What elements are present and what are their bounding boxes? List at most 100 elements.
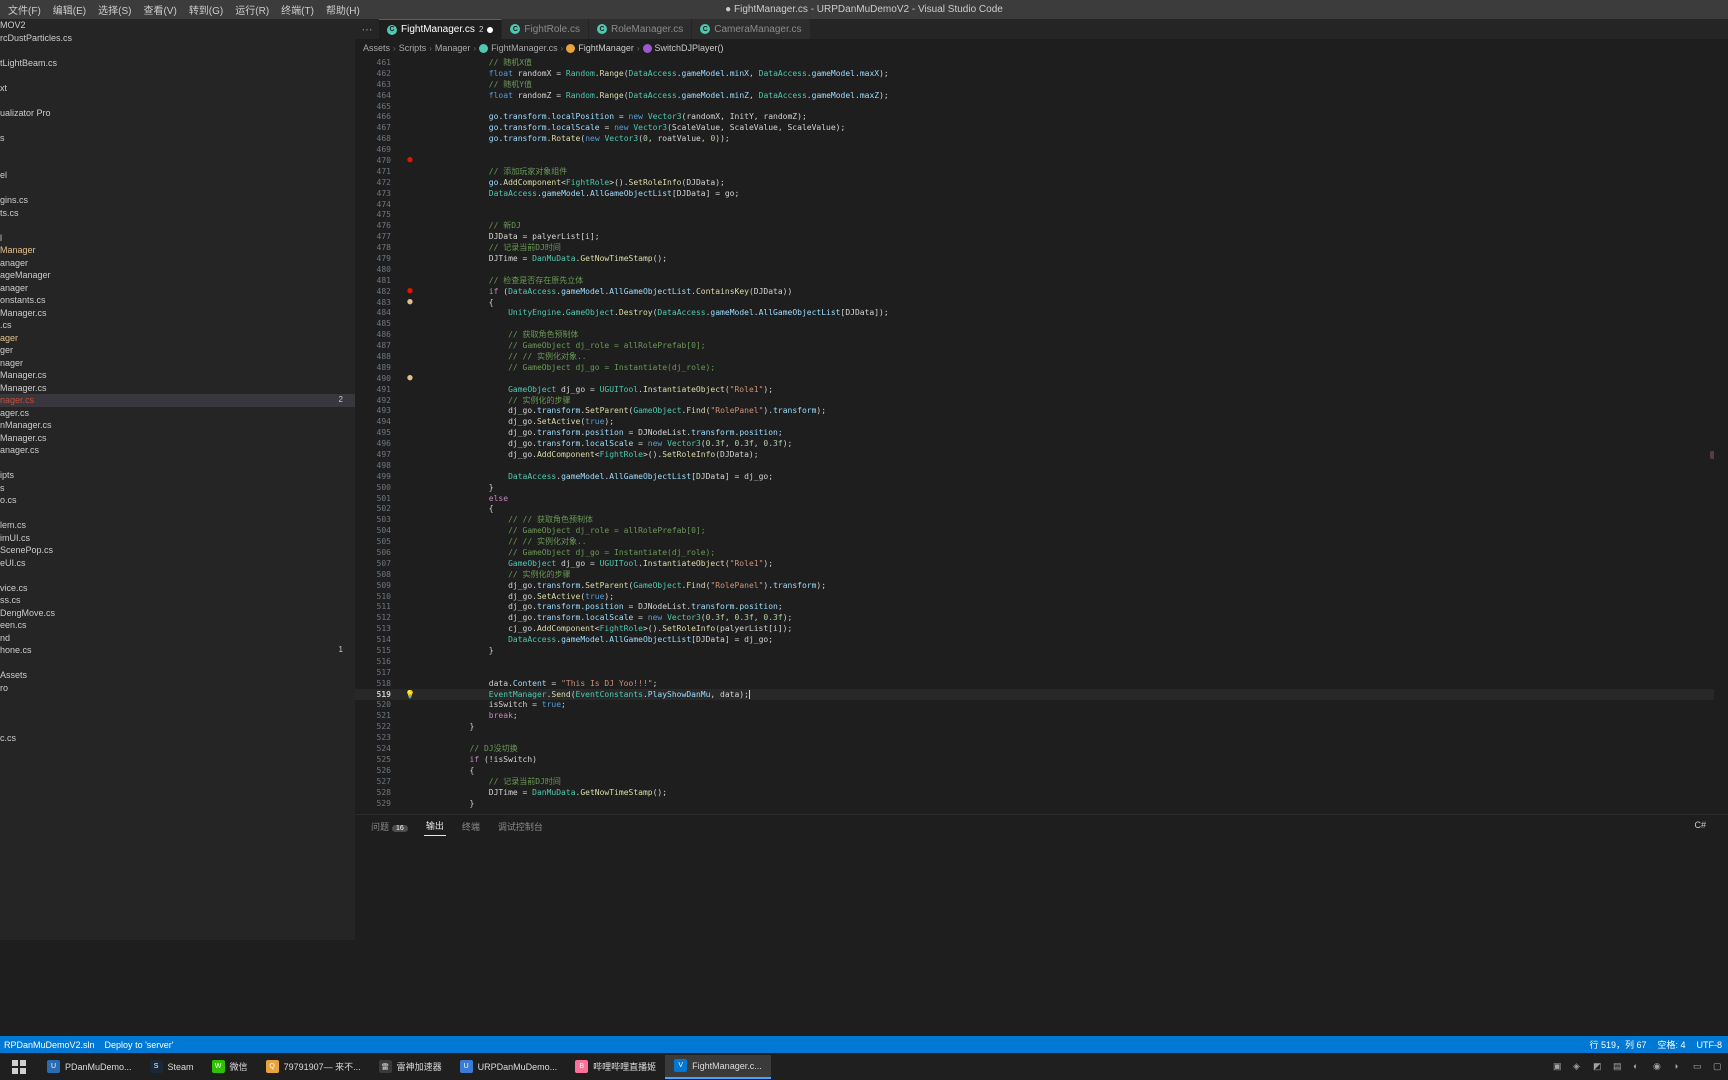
explorer-item[interactable]: gins.cs <box>0 194 355 207</box>
explorer-item[interactable]: ageManager <box>0 269 355 282</box>
code-line[interactable]: 498 <box>355 460 1728 471</box>
windows-taskbar[interactable]: U PDanMuDemo... S Steam W 微信 Q 79791907— 来不... 雷… <box>0 1053 1728 1080</box>
explorer-item[interactable]: hone.cs 1 <box>0 644 355 657</box>
code-line[interactable]: 463 // 随机Y值 <box>355 79 1728 90</box>
explorer-item[interactable]: een.cs <box>0 619 355 632</box>
code-line[interactable]: 469 <box>355 144 1728 155</box>
code-line[interactable]: 471 // 添加玩家对象组件 <box>355 166 1728 177</box>
status-cursor-position[interactable]: 行 519，列 67 <box>1589 1038 1646 1051</box>
explorer-item[interactable]: imUI.cs <box>0 532 355 545</box>
code-line[interactable]: 485 <box>355 318 1728 329</box>
explorer-item[interactable]: ualizator Pro <box>0 107 355 120</box>
explorer-item[interactable]: MOV2 <box>0 19 355 32</box>
network-icon[interactable]: ◉ <box>1653 1061 1664 1072</box>
code-line[interactable]: 507 GameObject dj_go = UGUITool.Instanti… <box>355 558 1728 569</box>
taskbar-app[interactable]: Q 79791907— 来不... <box>257 1055 370 1079</box>
code-line[interactable]: 462 float randomX = Random.Range(DataAcc… <box>355 68 1728 79</box>
tray-icon-1[interactable]: ▣ <box>1553 1061 1564 1072</box>
explorer-item[interactable]: Manager.cs <box>0 307 355 320</box>
panel-tab-bar[interactable]: 问题 16 输出 终端 调试控制台 C# <box>355 815 1728 837</box>
code-line[interactable]: 464 float randomZ = Random.Range(DataAcc… <box>355 90 1728 101</box>
code-line[interactable]: 481 // 检查是否存在原先立体 <box>355 275 1728 286</box>
explorer-item[interactable]: .cs <box>0 319 355 332</box>
explorer-item[interactable]: Manager.cs <box>0 432 355 445</box>
explorer-item[interactable] <box>0 457 355 470</box>
code-line[interactable]: 486 // 获取角色预制体 <box>355 329 1728 340</box>
explorer-item[interactable] <box>0 507 355 520</box>
editor-tab-fightmanager[interactable]: C FightManager.cs 2 <box>379 19 503 39</box>
code-line[interactable]: 500 } <box>355 482 1728 493</box>
explorer-item[interactable]: tLightBeam.cs <box>0 57 355 70</box>
code-line[interactable]: 461 // 随机X值 <box>355 57 1728 68</box>
menu-bar[interactable]: 文件(F) 编辑(E) 选择(S) 查看(V) 转到(G) 运行(R) 终端(T… <box>0 0 366 19</box>
explorer-item[interactable] <box>0 69 355 82</box>
code-line[interactable]: 501 else <box>355 493 1728 504</box>
code-line[interactable]: 512 dj_go.transform.localScale = new Vec… <box>355 612 1728 623</box>
code-editor[interactable]: 461 // 随机X值 462 float randomX = Random.Ra… <box>355 57 1728 814</box>
explorer-item[interactable] <box>0 94 355 107</box>
code-line[interactable]: 515 } <box>355 645 1728 656</box>
status-indentation[interactable]: 空格: 4 <box>1657 1038 1685 1051</box>
explorer-item[interactable]: o.cs <box>0 494 355 507</box>
code-line[interactable]: 522 } <box>355 721 1728 732</box>
code-line[interactable]: 526 { <box>355 765 1728 776</box>
overview-ruler-scrollbar[interactable] <box>1714 57 1728 814</box>
editor-tab-fightrole[interactable]: C FightRole.cs <box>502 19 589 39</box>
menu-item-terminal[interactable]: 终端(T) <box>275 0 320 19</box>
code-line[interactable]: 493 dj_go.transform.SetParent(GameObject… <box>355 406 1728 417</box>
code-line[interactable]: 508 // 实例化的步骤 <box>355 569 1728 580</box>
taskbar-app[interactable]: U URPDanMuDemo... <box>451 1055 567 1079</box>
code-line[interactable]: 488 // // 实例化对象.. <box>355 351 1728 362</box>
breakpoint-icon[interactable]: ● <box>401 286 419 296</box>
editor-tab-rolemanager[interactable]: C RoleManager.cs <box>588 19 693 39</box>
code-line[interactable]: 503 // // 获取角色预制体 <box>355 514 1728 525</box>
code-line[interactable]: 480 <box>355 264 1728 275</box>
code-line[interactable]: 509 dj_go.transform.SetParent(GameObject… <box>355 580 1728 591</box>
explorer-item[interactable] <box>0 119 355 132</box>
code-line[interactable]: 504 // GameObject dj_role = allRolePrefa… <box>355 525 1728 536</box>
code-line[interactable]: 520 isSwitch = true; <box>355 700 1728 711</box>
explorer-item[interactable]: eUI.cs <box>0 557 355 570</box>
explorer-item[interactable] <box>0 569 355 582</box>
code-line[interactable]: 510 dj_go.SetActive(true); <box>355 591 1728 602</box>
explorer-item[interactable]: ipts <box>0 469 355 482</box>
battery-icon[interactable]: ▭ <box>1693 1061 1704 1072</box>
code-line[interactable]: 511 dj_go.transform.position = DJNodeLis… <box>355 602 1728 613</box>
breadcrumb-item-method[interactable]: SwitchDJPlayer() <box>655 43 724 53</box>
code-line[interactable]: 477 DJData = palyerList[i]; <box>355 231 1728 242</box>
code-line[interactable]: 467 go.transform.localScale = new Vector… <box>355 122 1728 133</box>
explorer-item[interactable]: ger <box>0 344 355 357</box>
breakpoint-pending-icon[interactable]: ● <box>401 373 419 383</box>
explorer-item[interactable]: anager <box>0 257 355 270</box>
code-line[interactable]: 528 DJTime = DanMuData.GetNowTimeStamp()… <box>355 787 1728 798</box>
code-line[interactable]: 487 // GameObject dj_role = allRolePrefa… <box>355 340 1728 351</box>
explorer-item[interactable]: anager <box>0 282 355 295</box>
code-line[interactable]: 494 dj_go.SetActive(true); <box>355 416 1728 427</box>
explorer-item[interactable]: nager.cs 2 <box>0 394 355 407</box>
explorer-item[interactable] <box>0 144 355 157</box>
menu-item-selection[interactable]: 选择(S) <box>92 0 137 19</box>
taskbar-app[interactable]: B 哔哩哔哩直播姬 <box>566 1055 665 1079</box>
explorer-item[interactable] <box>0 219 355 232</box>
menu-item-help[interactable]: 帮助(H) <box>320 0 366 19</box>
explorer-item[interactable]: ager.cs <box>0 407 355 420</box>
taskbar-app[interactable]: S Steam <box>141 1055 203 1079</box>
menu-item-view[interactable]: 查看(V) <box>137 0 182 19</box>
breadcrumb-item-scripts[interactable]: Scripts <box>399 43 427 53</box>
code-line[interactable]: 517 <box>355 667 1728 678</box>
taskbar-app-list[interactable]: U PDanMuDemo... S Steam W 微信 Q 79791907— 来不... 雷… <box>38 1054 771 1079</box>
breadcrumb-item-file[interactable]: FightManager.cs <box>491 43 558 53</box>
taskbar-app[interactable]: W 微信 <box>203 1055 257 1079</box>
code-line[interactable]: 496 dj_go.transform.localScale = new Vec… <box>355 438 1728 449</box>
explorer-item[interactable] <box>0 707 355 720</box>
explorer-item[interactable]: ts.cs <box>0 207 355 220</box>
tray-icon-3[interactable]: ◩ <box>1593 1061 1604 1072</box>
tray-icon-2[interactable]: ◈ <box>1573 1061 1584 1072</box>
explorer-item[interactable]: anager.cs <box>0 444 355 457</box>
breadcrumb-item-class[interactable]: FightManager <box>578 43 634 53</box>
panel-tab-problems[interactable]: 问题 16 <box>369 817 410 836</box>
menu-item-file[interactable]: 文件(F) <box>2 0 47 19</box>
code-line[interactable]: 492 // 实例化的步骤 <box>355 395 1728 406</box>
code-line[interactable]: 521 break; <box>355 710 1728 721</box>
explorer-item[interactable]: Assets <box>0 669 355 682</box>
